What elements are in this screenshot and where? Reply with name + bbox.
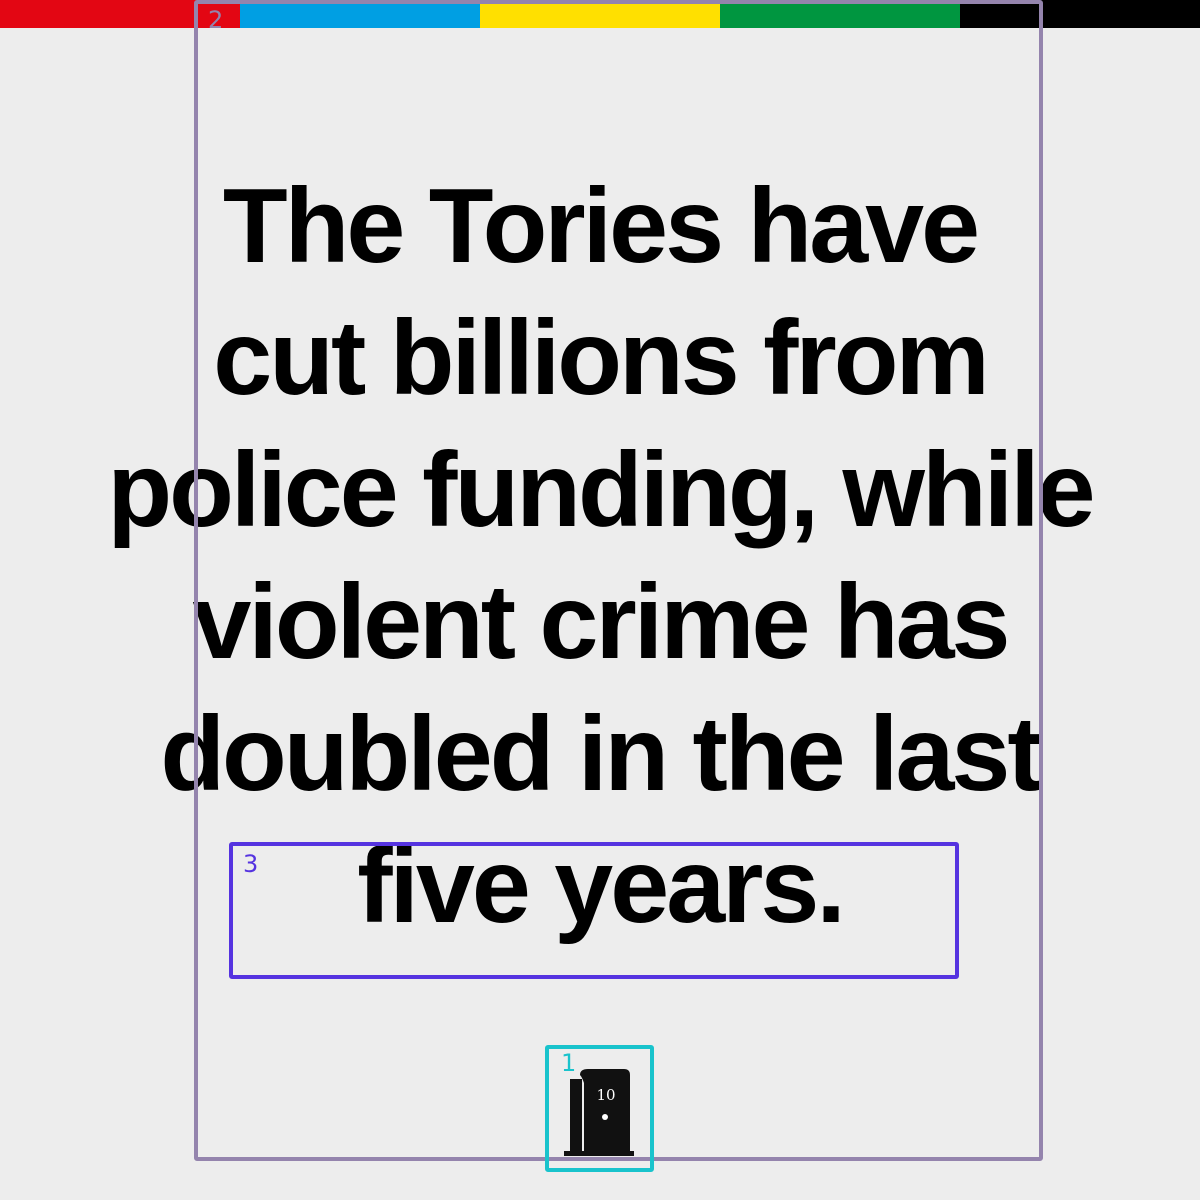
annotation-label: 1 (561, 1049, 577, 1077)
annotation-box-3: 3 (229, 842, 959, 979)
annotation-label: 3 (243, 850, 259, 878)
annotation-box-2: 2 (194, 0, 1043, 1161)
annotation-box-1: 1 (545, 1045, 654, 1172)
annotation-label: 2 (208, 6, 224, 34)
